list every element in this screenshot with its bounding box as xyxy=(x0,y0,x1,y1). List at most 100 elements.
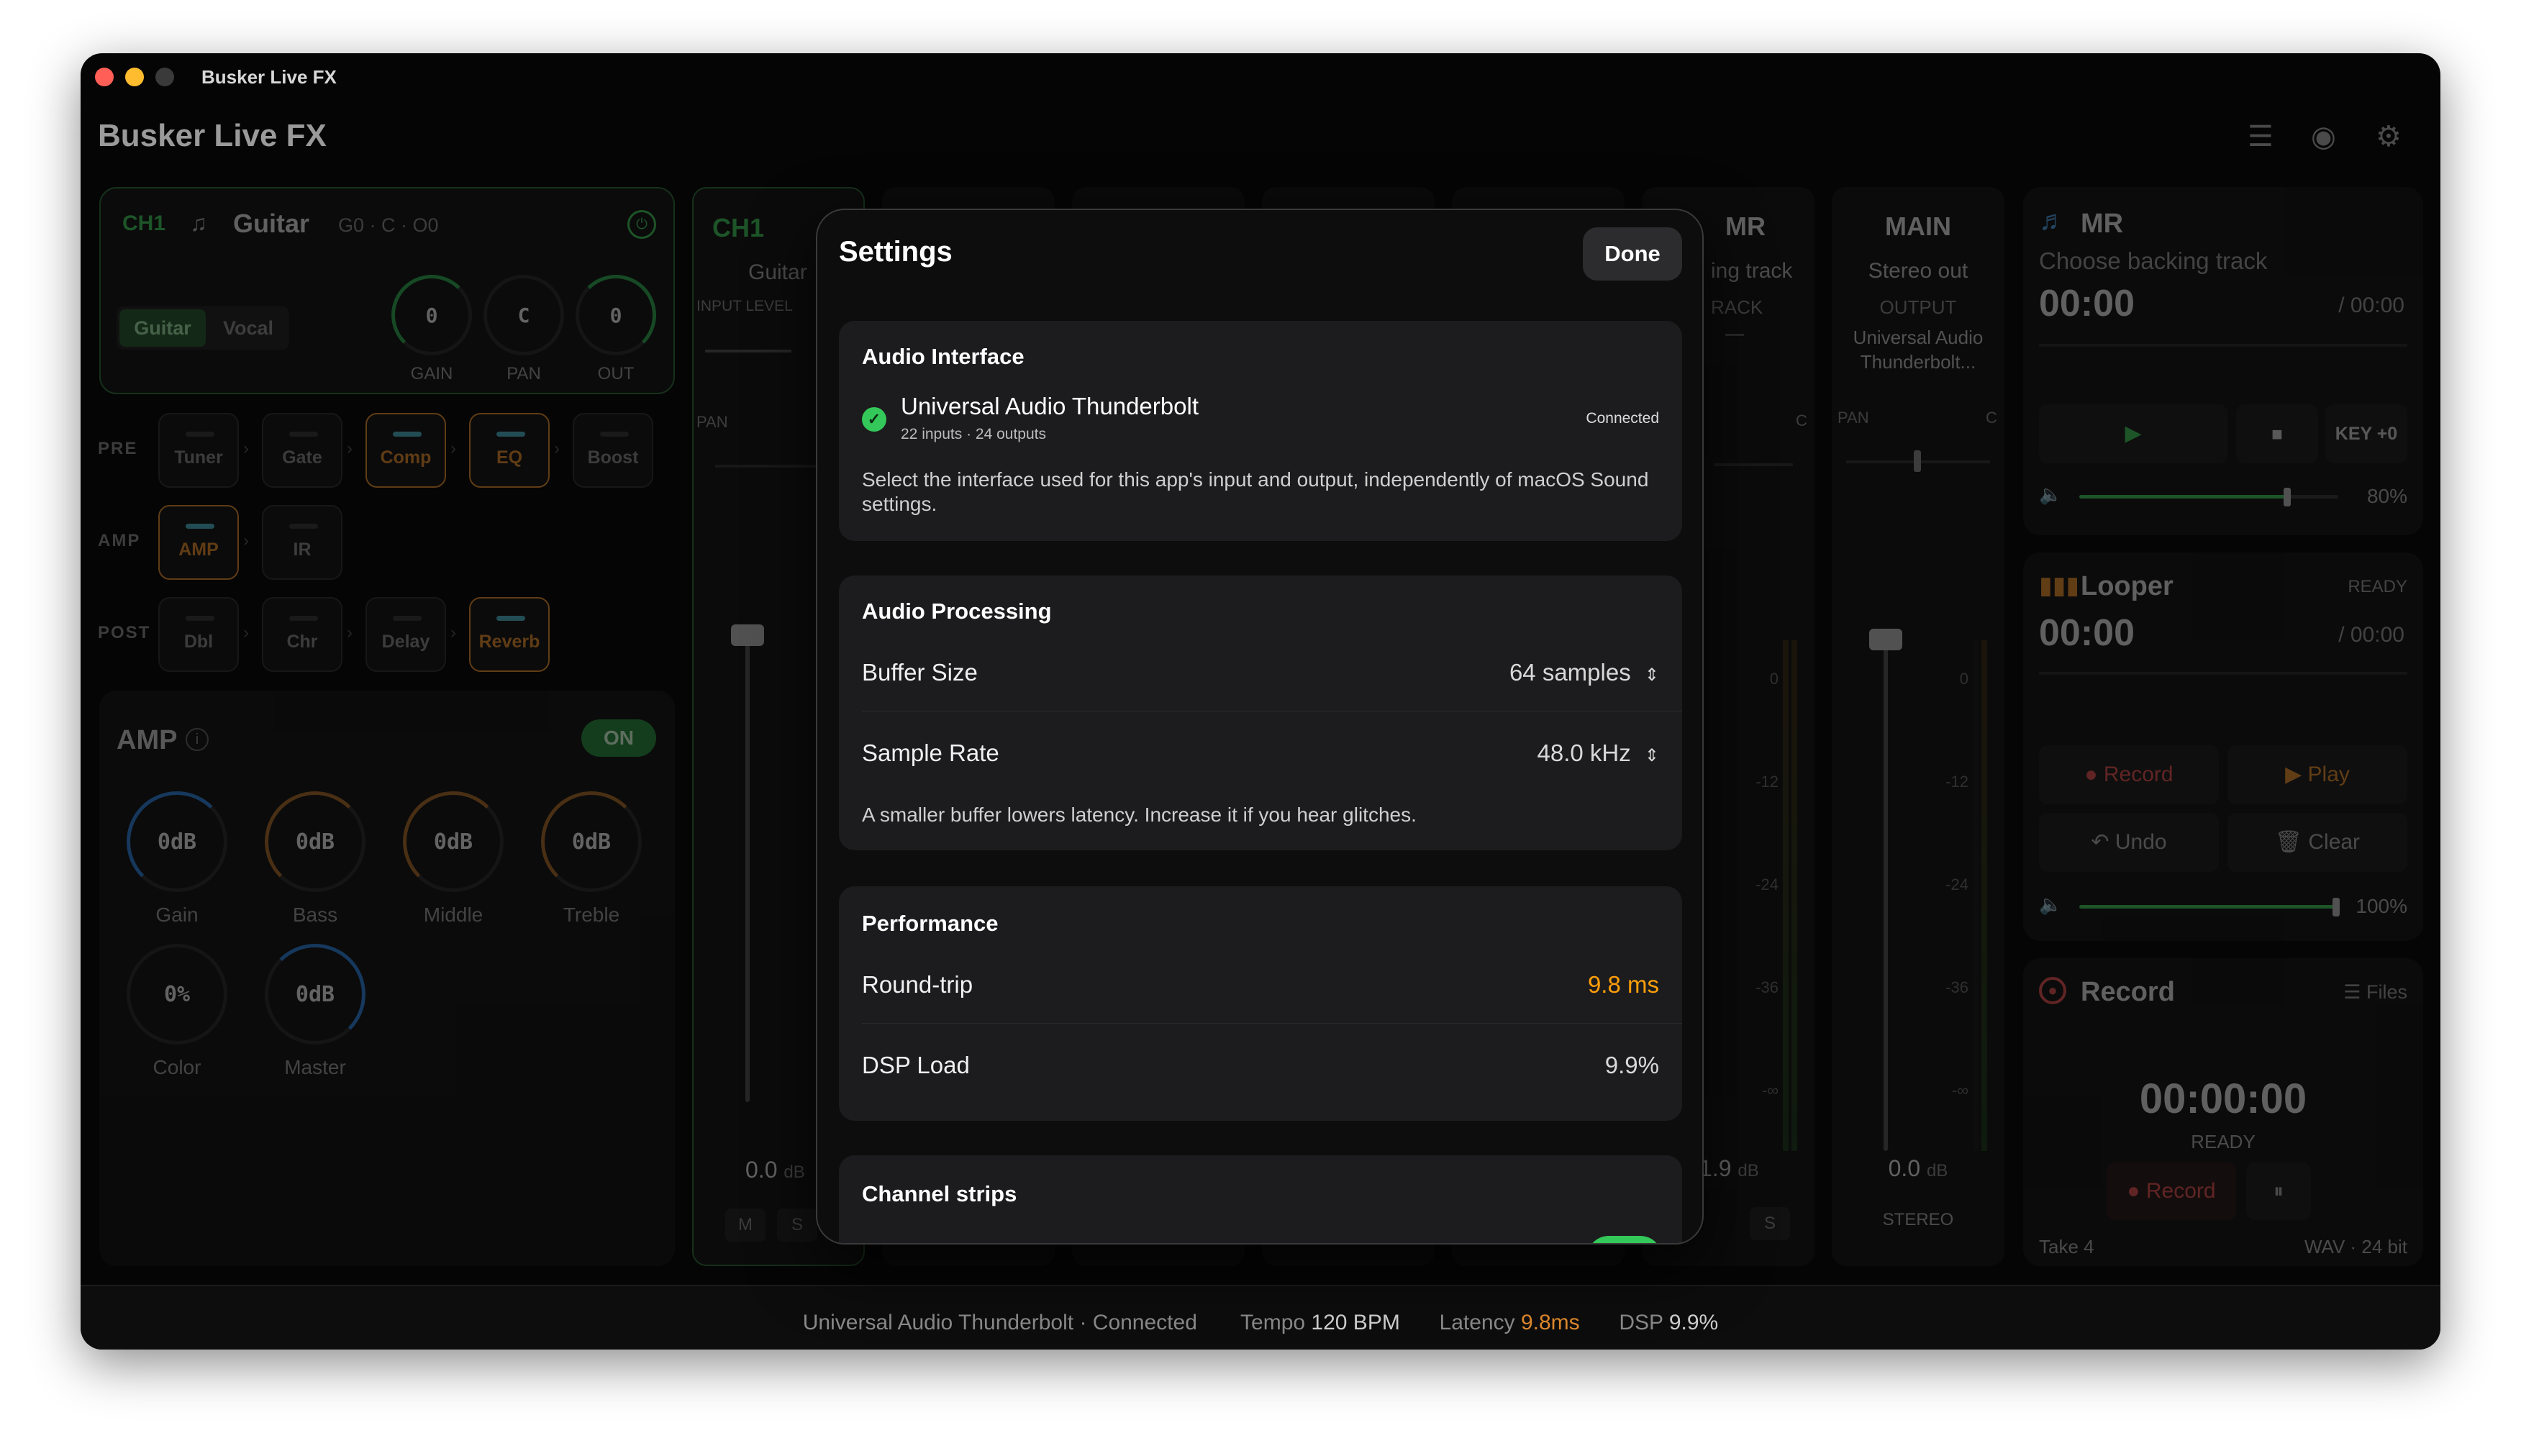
pre-row-label: PRE xyxy=(98,439,138,458)
footer-device: Universal Audio Thunderbolt · Connected xyxy=(802,1311,1197,1334)
mute-button[interactable]: M xyxy=(725,1209,766,1242)
boost-label: Boost xyxy=(587,447,639,468)
pan-label: PAN xyxy=(696,413,728,431)
gate-button[interactable]: Gate xyxy=(262,413,342,488)
files-button[interactable]: ☰ Files xyxy=(2318,981,2407,1004)
list-icon: ☰ xyxy=(2343,981,2361,1003)
solo-button[interactable]: S xyxy=(777,1209,817,1242)
done-button[interactable]: Done xyxy=(1583,227,1682,281)
input-level-slider[interactable] xyxy=(705,350,791,352)
mr-volume-track[interactable] xyxy=(2288,495,2338,499)
speaker-icon: 🔈 xyxy=(2039,483,2063,505)
main-level-unit: dB xyxy=(1927,1161,1948,1180)
sample-rate-select[interactable]: 48.0 kHz ⇕ xyxy=(1537,740,1659,767)
mr-volume-thumb[interactable] xyxy=(2284,488,2291,506)
main-strip-title: MAIN xyxy=(1885,211,1951,241)
take-label: Take 4 xyxy=(2039,1236,2094,1257)
key-button[interactable]: KEY +0 xyxy=(2325,404,2407,463)
tuner-label: Tuner xyxy=(174,447,223,468)
amp-color-knob[interactable]: 0% xyxy=(127,944,227,1045)
pan-slider-handle[interactable] xyxy=(1914,450,1921,472)
info-icon[interactable]: i xyxy=(186,728,209,751)
tuner-button[interactable]: Tuner xyxy=(158,413,239,488)
boost-button[interactable]: Boost xyxy=(573,413,653,488)
amp-panel: AMP i ON 0dB Gain 0dB Bass 0dB Middle 0d… xyxy=(99,691,675,1266)
looper-status: READY xyxy=(2348,577,2407,596)
chorus-button[interactable]: Chr xyxy=(262,597,342,672)
dsp-load-value: 9.9% xyxy=(1604,1052,1659,1078)
speaker-icon: 🔈 xyxy=(2039,893,2063,915)
amp-gain-knob[interactable]: 0dB xyxy=(127,791,227,892)
mr-panel: ♬ MR Choose backing track 00:00 / 00:00 … xyxy=(2023,187,2423,535)
main-level: 0.0 dB xyxy=(1832,1155,2004,1182)
minimize-window-button[interactable] xyxy=(125,68,144,86)
amp-master-knob[interactable]: 0dB xyxy=(265,944,365,1045)
record-icon: ● xyxy=(2039,977,2066,1004)
settings-title: Settings xyxy=(839,236,953,268)
looper-undo-button[interactable]: ↶ Undo xyxy=(2039,813,2219,872)
strip-channel-name: Guitar xyxy=(748,260,807,284)
comp-button[interactable]: Comp xyxy=(365,413,446,488)
gear-icon[interactable]: ⚙ xyxy=(2376,122,2402,151)
amp-row-label: AMP xyxy=(98,531,141,550)
main-fader-handle[interactable] xyxy=(1869,629,1902,650)
footer-dsp: 9.9% xyxy=(1668,1311,1719,1334)
amp-on-toggle[interactable]: ON xyxy=(581,719,656,757)
mode-vocal-button[interactable]: Vocal xyxy=(209,309,288,347)
output-device-line1: Universal Audio xyxy=(1853,327,1984,348)
strip-level-value: 0.0 xyxy=(745,1157,778,1183)
music-note-icon: ♬ xyxy=(2039,206,2066,236)
recorder-record-button[interactable]: ● Record xyxy=(2107,1162,2236,1220)
looper-volume-slider[interactable] xyxy=(2079,905,2335,909)
buffer-size-select[interactable]: 64 samples ⇕ xyxy=(1509,659,1659,686)
interface-device-name[interactable]: Universal Audio Thunderbolt xyxy=(901,393,1199,420)
reverb-button[interactable]: Reverb xyxy=(469,597,550,672)
chain-arrow-icon: › xyxy=(243,531,249,550)
channel-strips-toggle[interactable] xyxy=(1587,1236,1662,1243)
mr-stop-button[interactable]: ■ xyxy=(2236,404,2318,463)
amp-bass-label: Bass xyxy=(292,904,338,926)
record-circle-icon[interactable]: ◉ xyxy=(2311,122,2336,151)
power-icon[interactable]: ⏻ xyxy=(627,210,656,239)
pan-knob[interactable]: C xyxy=(483,275,564,355)
zoom-window-button[interactable] xyxy=(155,68,174,86)
ir-button[interactable]: IR xyxy=(262,505,342,580)
recorder-pause-button[interactable]: ⏸ xyxy=(2246,1162,2311,1220)
mr-play-button[interactable]: ▶ xyxy=(2039,404,2227,463)
doubler-button[interactable]: Dbl xyxy=(158,597,239,672)
round-trip-label: Round-trip xyxy=(862,971,973,998)
strip-level-unit: dB xyxy=(783,1162,805,1182)
out-label: OUT xyxy=(597,364,635,383)
amp-button[interactable]: AMP xyxy=(158,505,239,580)
pan-slider[interactable] xyxy=(1714,463,1793,466)
close-window-button[interactable] xyxy=(95,68,114,86)
scale-label: -24 xyxy=(1755,875,1779,893)
amp-treble-knob[interactable]: 0dB xyxy=(541,791,642,892)
ir-label: IR xyxy=(293,540,312,560)
delay-button[interactable]: Delay xyxy=(365,597,446,672)
amp-bass-knob[interactable]: 0dB xyxy=(265,791,365,892)
recorder-title: Record xyxy=(2081,977,2175,1007)
out-knob[interactable]: 0 xyxy=(576,275,656,355)
looper-clear-button[interactable]: 🗑 Clear xyxy=(2227,813,2407,872)
meter-scale: 0 -12 -24 -36 -∞ xyxy=(1743,627,1779,1142)
looper-record-button[interactable]: ● Record xyxy=(2039,745,2219,804)
solo-button[interactable]: S xyxy=(1750,1207,1790,1240)
eq-button[interactable]: EQ xyxy=(469,413,550,488)
scale-label: -36 xyxy=(1945,978,1968,996)
record-dot-icon: ● xyxy=(2084,763,2098,786)
looper-play-button[interactable]: ▶ Play xyxy=(2227,745,2407,804)
stereo-label: STEREO xyxy=(1882,1210,1954,1229)
looper-volume-thumb[interactable] xyxy=(2333,898,2340,916)
gain-knob[interactable]: 0 xyxy=(391,275,472,355)
mode-guitar-button[interactable]: Guitar xyxy=(119,309,206,347)
mr-volume-slider[interactable] xyxy=(2079,495,2288,499)
volume-fader-handle[interactable] xyxy=(731,624,764,646)
scale-label: 0 xyxy=(1959,670,1968,688)
list-icon[interactable]: ☰ xyxy=(2248,122,2274,151)
amp-master-label: Master xyxy=(284,1056,346,1078)
mr-subtitle: Choose backing track xyxy=(2039,247,2268,274)
fader-track xyxy=(745,634,750,1102)
amp-middle-knob[interactable]: 0dB xyxy=(403,791,504,892)
strip-mr-level-unit: dB xyxy=(1738,1161,1759,1180)
